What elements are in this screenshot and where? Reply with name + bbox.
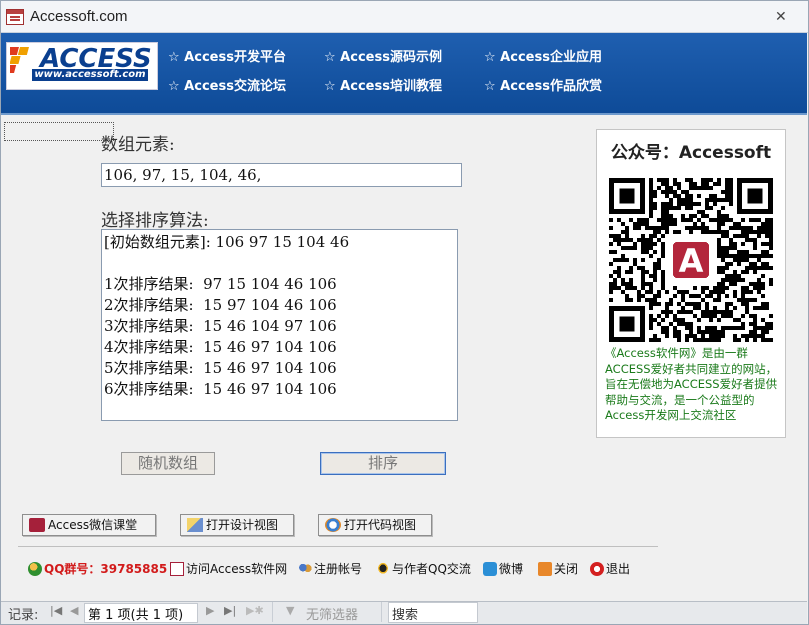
sort-button[interactable]: 排序 — [320, 452, 446, 475]
close-x-icon — [538, 561, 552, 576]
wechat-class-label: Access微信课堂 — [48, 518, 138, 532]
access-icon — [170, 561, 184, 576]
qq-chat-link[interactable]: 与作者QQ交流 — [376, 560, 471, 578]
result-line: 2次排序结果: 15 97 104 46 106 — [104, 296, 337, 314]
prev-record-icon[interactable]: ◀ — [70, 604, 78, 617]
close-icon[interactable]: ✕ — [775, 9, 787, 25]
weibo-link[interactable]: 微博 — [483, 560, 523, 578]
filter-funnel-icon: ▼ — [286, 604, 295, 617]
window-title: Accessoft.com — [30, 8, 128, 25]
result-line: 1次排序结果: 97 15 104 46 106 — [104, 275, 337, 293]
qr-title: 公众号：Accessoft — [610, 143, 772, 163]
new-record-icon[interactable]: ▶✱ — [246, 604, 264, 617]
register-label: 注册帐号 — [314, 562, 363, 576]
user-add-icon — [28, 561, 42, 576]
form-icon — [6, 9, 24, 25]
focus-placeholder[interactable] — [4, 122, 114, 141]
array-label: 数组元素: — [101, 135, 175, 155]
qq-chat-label: 与作者QQ交流 — [392, 562, 471, 576]
nav-showcase[interactable]: ☆ Access作品欣赏 — [484, 75, 602, 94]
result-line: 4次排序结果: 15 46 97 104 106 — [104, 338, 337, 356]
result-line: [初始数组元素]: 106 97 15 104 46 — [104, 233, 350, 251]
sort-result-box[interactable]: [初始数组元素]: 106 97 15 104 46 1次排序结果: 97 15… — [101, 229, 458, 421]
qr-panel: 公众号：Accessoft A 《Access软件网》是由一群ACCESS爱好者… — [596, 129, 786, 438]
open-code-label: 打开代码视图 — [344, 518, 417, 532]
close-link[interactable]: 关闭 — [538, 560, 578, 578]
visit-site-label: 访问Access软件网 — [186, 562, 288, 576]
weibo-label: 微博 — [499, 562, 524, 576]
result-line: 5次排序结果: 15 46 97 104 106 — [104, 359, 337, 377]
users-icon — [298, 561, 312, 576]
register-link[interactable]: 注册帐号 — [298, 560, 362, 578]
nav-dev-platform[interactable]: ☆ Access开发平台 — [168, 46, 286, 65]
qq-group-link[interactable]: QQ群号：39785885 — [28, 560, 167, 578]
visit-site-link[interactable]: 访问Access软件网 — [170, 560, 287, 578]
exit-label: 退出 — [606, 562, 631, 576]
open-design-label: 打开设计视图 — [206, 518, 279, 532]
record-position: 第 1 项(共 1 项) — [88, 608, 184, 623]
nav-training[interactable]: ☆ Access培训教程 — [324, 75, 442, 94]
access-icon — [29, 517, 45, 532]
qq-penguin-icon — [376, 561, 390, 576]
close-label: 关闭 — [554, 562, 579, 576]
qr-description: 《Access软件网》是由一群ACCESS爱好者共同建立的网站，旨在无偿地为AC… — [605, 346, 778, 422]
result-line: 3次排序结果: 15 46 104 97 106 — [104, 317, 337, 335]
exit-link[interactable]: 退出 — [590, 560, 630, 578]
wechat-class-button[interactable]: Access微信课堂 — [22, 514, 156, 536]
design-ruler-icon — [187, 517, 203, 532]
weibo-icon — [483, 561, 497, 576]
last-record-icon[interactable]: ▶| — [224, 604, 236, 617]
next-record-icon[interactable]: ▶ — [206, 604, 214, 617]
logo-url: www.accessoft.com — [32, 69, 148, 81]
first-record-icon[interactable]: |◀ — [50, 604, 62, 617]
nav-source-examples[interactable]: ☆ Access源码示例 — [324, 46, 442, 65]
random-array-button[interactable]: 随机数组 — [121, 452, 215, 475]
open-design-view-button[interactable]: 打开设计视图 — [180, 514, 294, 536]
divider — [18, 546, 658, 547]
result-line: 6次排序结果: 15 46 97 104 106 — [104, 380, 337, 398]
result-line — [104, 253, 455, 274]
filter-label: 无筛选器 — [306, 608, 359, 623]
record-label: 记录: — [8, 608, 39, 623]
search-placeholder: 搜索 — [392, 608, 419, 623]
nav-enterprise-apps[interactable]: ☆ Access企业应用 — [484, 46, 602, 65]
array-input[interactable]: 106, 97, 15, 104, 46, — [101, 163, 462, 187]
svg-text:A: A — [679, 242, 704, 280]
open-code-view-button[interactable]: 打开代码视图 — [318, 514, 432, 536]
stop-icon — [590, 561, 604, 576]
algorithm-label: 选择排序算法: — [101, 211, 209, 231]
code-refresh-icon — [325, 517, 341, 532]
nav-forum[interactable]: ☆ Access交流论坛 — [168, 75, 286, 94]
qr-code-icon: A — [609, 176, 773, 344]
qq-group-label: QQ群号：39785885 — [44, 562, 168, 576]
